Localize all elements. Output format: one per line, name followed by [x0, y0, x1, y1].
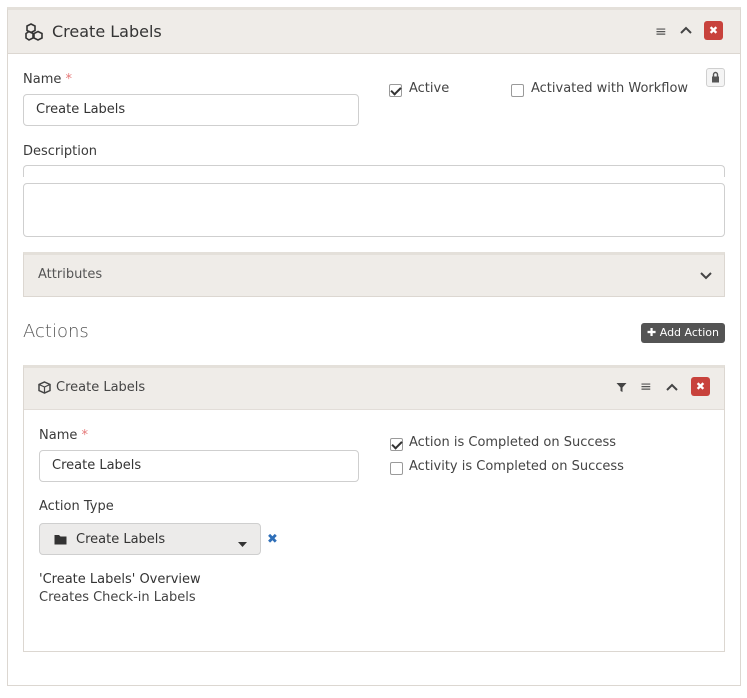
reorder-icon[interactable]: ≡ [640, 379, 652, 395]
activity-completed-checkbox[interactable] [390, 462, 403, 475]
action-type-value: Create Labels [76, 532, 166, 547]
action-panel: Create Labels ≡ ✖ Name * Create Labels A… [23, 365, 725, 652]
active-checkbox[interactable] [389, 84, 402, 97]
activated-with-workflow-checkbox[interactable] [511, 84, 524, 97]
chevron-up-icon[interactable] [680, 24, 692, 39]
action-type-select[interactable]: Create Labels [39, 523, 261, 555]
lock-icon [712, 71, 719, 83]
description-toolbar [23, 165, 725, 177]
cubes-icon [25, 23, 44, 45]
caret-down-icon [238, 537, 247, 552]
activity-title: Create Labels [52, 22, 162, 41]
delete-action-button[interactable]: ✖ [691, 377, 710, 396]
activity-panel-header[interactable]: Create Labels ≡ ✖ [8, 10, 740, 54]
action-type-label: Action Type [39, 499, 114, 514]
attributes-label: Attributes [38, 267, 103, 282]
name-input[interactable]: Create Labels [23, 94, 359, 126]
action-name-input[interactable]: Create Labels [39, 450, 359, 482]
filter-icon[interactable] [616, 382, 627, 397]
actions-heading: Actions [23, 321, 89, 342]
chevron-down-icon[interactable] [700, 270, 712, 285]
activity-panel: Create Labels ≡ ✖ Name * Create Labels A… [7, 7, 741, 686]
action-overview-text: Creates Check-in Labels [39, 590, 196, 605]
folder-icon [54, 534, 67, 549]
active-label: Active [409, 81, 450, 96]
add-action-button[interactable]: ✚ Add Action [641, 323, 725, 343]
attributes-section[interactable]: Attributes [23, 252, 725, 297]
activated-with-workflow-label: Activated with Workflow [531, 81, 689, 96]
action-completed-label: Action is Completed on Success [409, 435, 617, 450]
description-label: Description [23, 144, 98, 159]
reorder-icon[interactable]: ≡ [655, 24, 667, 40]
chevron-up-icon[interactable] [666, 381, 678, 396]
name-label: Name * [23, 72, 72, 87]
clear-action-type-icon[interactable]: ✖ [267, 532, 278, 547]
action-title: Create Labels [56, 380, 146, 395]
cube-icon [38, 381, 51, 398]
action-overview-title: 'Create Labels' Overview [39, 572, 201, 587]
action-panel-header[interactable]: Create Labels ≡ ✖ [24, 368, 724, 410]
action-completed-checkbox[interactable] [390, 438, 403, 451]
delete-activity-button[interactable]: ✖ [704, 21, 723, 40]
plus-icon: ✚ [647, 326, 657, 339]
lock-button[interactable] [706, 68, 725, 87]
action-name-label: Name * [39, 428, 88, 443]
description-textarea[interactable] [23, 183, 725, 237]
activity-completed-label: Activity is Completed on Success [409, 459, 624, 474]
